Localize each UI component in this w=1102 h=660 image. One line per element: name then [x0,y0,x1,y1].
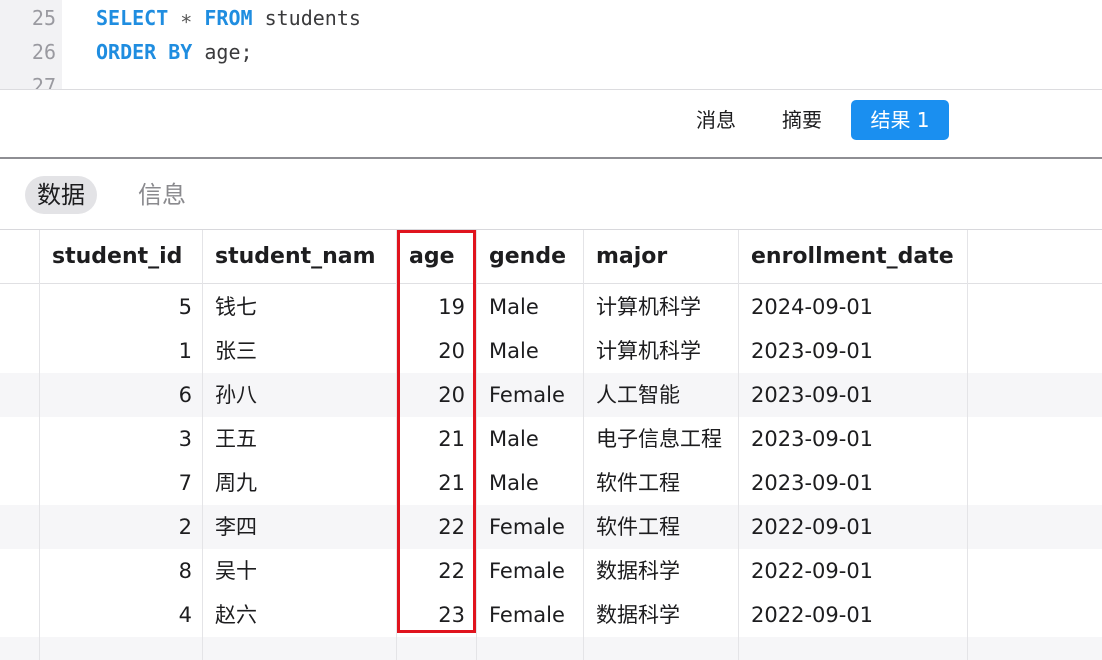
column-separator [476,230,477,660]
line-number: 27 [31,74,56,89]
cell-major[interactable]: 电子信息工程 [584,417,738,461]
code-line[interactable]: 26 ORDER BY age; [0,34,1102,70]
column-header-enrollment-date[interactable]: enrollment_date [739,230,967,284]
grid-header: student_id student_nam age gende major e… [0,230,1102,284]
cell-student-name[interactable]: 孙八 [203,373,396,417]
cell-gender[interactable]: Male [477,285,583,329]
cell-gender[interactable]: Male [477,417,583,461]
column-header-student-id[interactable]: student_id [40,230,202,284]
column-header-age[interactable]: age [397,230,475,284]
result-tabs: 消息 摘要 结果 1 [0,100,1102,140]
result-grid[interactable]: 5 钱七 19 Male 计算机科学 2024-09-01 1 张三 20 Male 计算机科学 20… [0,229,1102,660]
cell-gender[interactable]: Male [477,461,583,505]
cell-student-name[interactable]: 周九 [203,461,396,505]
sql-keyword: ORDER BY [96,40,193,64]
line-number: 25 [31,6,56,30]
code-text: ORDER BY age; [96,34,253,70]
cell-gender[interactable]: Female [477,373,583,417]
cell-enrollment-date[interactable]: 2022-09-01 [739,549,967,593]
cell-enrollment-date[interactable]: 2023-09-01 [739,373,967,417]
cell-age[interactable]: 20 [397,373,475,417]
table-row[interactable]: 3 王五 21 Male 电子信息工程 2023-09-01 [0,417,1102,461]
cell-enrollment-date[interactable]: 2023-09-01 [739,417,967,461]
cell-age[interactable]: 21 [397,461,475,505]
cell-student-id[interactable]: 5 [40,285,202,329]
cell-student-name[interactable]: 王五 [203,417,396,461]
cell-student-name[interactable]: 张三 [203,329,396,373]
cell-major[interactable]: 数据科学 [584,549,738,593]
cell-enrollment-date[interactable]: 2022-09-01 [739,505,967,549]
column-separator [967,230,968,660]
cell-major[interactable]: 软件工程 [584,505,738,549]
sql-token: ∗ [180,6,193,30]
cell-age[interactable]: 22 [397,549,475,593]
panel-divider[interactable] [0,157,1102,159]
sql-token: age; [192,40,253,64]
cell-enrollment-date[interactable]: 2022-09-01 [739,593,967,637]
cell-student-id[interactable]: 2 [40,505,202,549]
cell-student-name[interactable]: 李四 [203,505,396,549]
cell-enrollment-date[interactable]: 2023-09-01 [739,329,967,373]
cell-enrollment-date[interactable]: 2024-09-01 [739,285,967,329]
table-row[interactable]: 4 赵六 23 Female 数据科学 2022-09-01 [0,593,1102,637]
cell-major[interactable]: 人工智能 [584,373,738,417]
cell-age[interactable]: 19 [397,285,475,329]
code-line[interactable]: 27 [0,68,1102,89]
cell-student-name[interactable]: 吴十 [203,549,396,593]
line-number: 26 [31,40,56,64]
table-row[interactable]: 7 周九 21 Male 软件工程 2023-09-01 [0,461,1102,505]
code-line[interactable]: 25 SELECT ∗ FROM students [0,0,1102,36]
cell-student-name[interactable]: 赵六 [203,593,396,637]
column-header-major[interactable]: major [584,230,738,284]
cell-age[interactable]: 20 [397,329,475,373]
cell-student-name[interactable]: 钱七 [203,285,396,329]
cell-major[interactable]: 计算机科学 [584,329,738,373]
cell-age[interactable]: 23 [397,593,475,637]
tab-result-1[interactable]: 结果 1 [851,100,949,140]
tab-data[interactable]: 数据 [25,176,97,214]
table-row[interactable] [0,637,1102,660]
sql-keyword: SELECT [96,6,169,30]
code-text: SELECT ∗ FROM students [96,0,361,36]
cell-age[interactable]: 22 [397,505,475,549]
cell-age[interactable]: 21 [397,417,475,461]
cell-student-id[interactable]: 8 [40,549,202,593]
cell-enrollment-date[interactable]: 2023-09-01 [739,461,967,505]
sub-tabs: 数据 信息 [0,176,400,214]
tab-info[interactable]: 信息 [126,176,198,214]
sql-editor[interactable]: 25 SELECT ∗ FROM students 26 ORDER BY age; 2… [0,0,1102,89]
sql-keyword: FROM [204,6,253,30]
sql-token: students [252,6,361,30]
column-header-student-name[interactable]: student_nam [203,230,396,284]
column-separator [396,230,397,660]
cell-major[interactable]: 数据科学 [584,593,738,637]
table-row[interactable]: 8 吴十 22 Female 数据科学 2022-09-01 [0,549,1102,593]
cell-major[interactable]: 计算机科学 [584,285,738,329]
editor-border [0,89,1102,90]
cell-student-id[interactable]: 7 [40,461,202,505]
table-row[interactable]: 1 张三 20 Male 计算机科学 2023-09-01 [0,329,1102,373]
column-separator [39,230,40,660]
tab-summary[interactable]: 摘要 [764,100,840,140]
cell-major[interactable]: 软件工程 [584,461,738,505]
column-separator [583,230,584,660]
column-header-gender[interactable]: gende [477,230,583,284]
table-row[interactable]: 6 孙八 20 Female 人工智能 2023-09-01 [0,373,1102,417]
table-row[interactable]: 2 李四 22 Female 软件工程 2022-09-01 [0,505,1102,549]
cell-gender[interactable]: Male [477,329,583,373]
cell-student-id[interactable]: 1 [40,329,202,373]
tab-messages[interactable]: 消息 [678,100,754,140]
cell-gender[interactable]: Female [477,505,583,549]
column-separator [202,230,203,660]
cell-student-id[interactable]: 6 [40,373,202,417]
column-separator [738,230,739,660]
cell-gender[interactable]: Female [477,549,583,593]
cell-student-id[interactable]: 3 [40,417,202,461]
cell-student-id[interactable]: 4 [40,593,202,637]
table-row[interactable]: 5 钱七 19 Male 计算机科学 2024-09-01 [0,285,1102,329]
cell-gender[interactable]: Female [477,593,583,637]
